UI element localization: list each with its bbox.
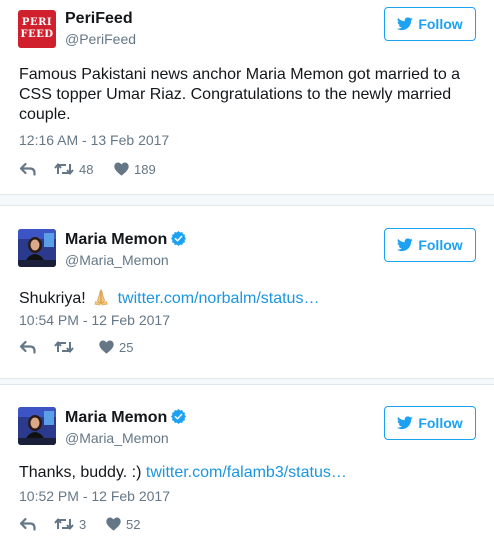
- tweet-divider: [0, 194, 494, 206]
- tweet-card: PERI FEED PeriFeed @PeriFeed Follow Famo…: [0, 0, 494, 194]
- twitter-bird-icon: [397, 17, 414, 31]
- follow-label: Follow: [418, 16, 463, 32]
- like-button[interactable]: 189: [114, 162, 156, 177]
- verified-badge-icon: [171, 409, 187, 424]
- retweet-count: 48: [79, 161, 94, 177]
- avatar[interactable]: [18, 229, 56, 267]
- heart-icon: [106, 517, 121, 531]
- reply-button[interactable]: [19, 517, 54, 531]
- tweet-divider: [0, 378, 494, 385]
- twitter-bird-icon: [397, 238, 414, 252]
- retweet-button[interactable]: [54, 340, 99, 354]
- reply-button[interactable]: [19, 162, 54, 176]
- follow-label: Follow: [418, 237, 463, 253]
- author-name-row[interactable]: Maria Memon: [65, 409, 187, 427]
- tweet-text: Shukriya! twitter.com/norbalm/status…: [19, 288, 474, 309]
- like-button[interactable]: 25: [99, 340, 133, 355]
- tweet-actions: 25: [19, 337, 133, 357]
- avatar[interactable]: PERI FEED: [18, 10, 56, 48]
- tweet-timestamp[interactable]: 12:16 AM - 13 Feb 2017: [19, 132, 169, 148]
- tweet-actions: 3 52: [19, 514, 140, 534]
- verified-badge-icon: [171, 231, 187, 246]
- like-count: 189: [134, 161, 156, 177]
- tweet-actions: 48 189: [19, 159, 156, 179]
- author-handle[interactable]: @PeriFeed: [65, 31, 136, 47]
- retweet-icon: [54, 340, 74, 354]
- follow-button[interactable]: Follow: [384, 228, 476, 262]
- author-name: Maria Memon: [65, 231, 168, 248]
- retweet-button[interactable]: 3: [54, 517, 106, 532]
- reply-icon: [19, 517, 36, 531]
- tweet-link[interactable]: twitter.com/falamb3/status…: [146, 464, 347, 481]
- avatar-photo: [18, 229, 56, 267]
- tweet-card: Maria Memon @Maria_Memon Follow Shukriya…: [0, 206, 494, 378]
- tweet-card: Maria Memon @Maria_Memon Follow Thanks, …: [0, 385, 494, 545]
- author-handle[interactable]: @Maria_Memon: [65, 252, 169, 268]
- tweet-link[interactable]: twitter.com/norbalm/status…: [118, 290, 320, 307]
- tweet-timestamp[interactable]: 10:54 PM - 12 Feb 2017: [19, 312, 170, 328]
- tweet-text: Famous Pakistani news anchor Maria Memon…: [19, 66, 461, 123]
- like-button[interactable]: 52: [106, 517, 140, 532]
- reply-button[interactable]: [19, 340, 54, 354]
- author-name: Maria Memon: [65, 409, 168, 426]
- avatar-text: FEED: [20, 29, 54, 40]
- avatar-text: PERI: [21, 17, 53, 28]
- reply-icon: [19, 162, 36, 176]
- author-name-row[interactable]: Maria Memon: [65, 231, 187, 249]
- tweet-timestamp[interactable]: 10:52 PM - 12 Feb 2017: [19, 488, 170, 504]
- avatar[interactable]: [18, 407, 56, 445]
- tweet-text-plain: Shukriya!: [19, 290, 86, 307]
- twitter-bird-icon: [397, 416, 414, 430]
- follow-button[interactable]: Follow: [384, 7, 476, 41]
- heart-icon: [99, 340, 114, 354]
- like-count: 25: [119, 339, 134, 355]
- retweet-count: 3: [79, 516, 87, 532]
- avatar-photo: [18, 407, 56, 445]
- follow-button[interactable]: Follow: [384, 406, 476, 440]
- author-handle[interactable]: @Maria_Memon: [65, 430, 169, 446]
- tweet-text: Thanks, buddy. :) twitter.com/falamb3/st…: [19, 463, 474, 483]
- heart-icon: [114, 162, 129, 176]
- retweet-button[interactable]: 48: [54, 162, 114, 177]
- reply-icon: [19, 340, 36, 354]
- tweet-text-plain: Thanks, buddy. :): [19, 464, 142, 481]
- like-count: 52: [126, 516, 141, 532]
- retweet-icon: [54, 162, 74, 176]
- author-name[interactable]: PeriFeed: [65, 10, 133, 28]
- folded-hands-icon: [94, 289, 108, 306]
- retweet-icon: [54, 517, 74, 531]
- follow-label: Follow: [418, 415, 463, 431]
